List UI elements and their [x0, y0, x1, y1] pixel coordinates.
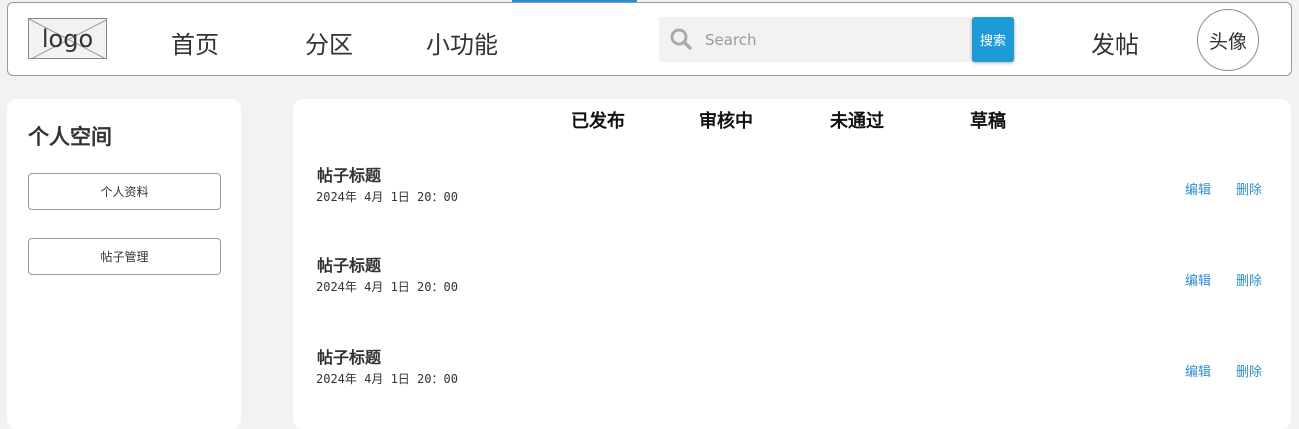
logo-text: logo	[41, 24, 94, 53]
search-button[interactable]: 搜索	[972, 17, 1014, 62]
search-icon	[670, 28, 692, 50]
post-date: 2024年 4月 1日 20：00	[316, 190, 458, 204]
sidebar-item-profile[interactable]: 个人资料	[28, 173, 221, 210]
new-post-button[interactable]: 发帖	[1091, 25, 1139, 60]
post-title[interactable]: 帖子标题	[317, 344, 381, 368]
post-title[interactable]: 帖子标题	[317, 162, 381, 186]
post-title[interactable]: 帖子标题	[317, 252, 381, 276]
edit-button[interactable]: 编辑	[1185, 179, 1211, 198]
avatar[interactable]: 头像	[1197, 9, 1259, 71]
nav-item-home[interactable]: 首页	[171, 25, 219, 60]
sidebar: 个人空间 个人资料 帖子管理	[7, 99, 241, 429]
search-input[interactable]	[705, 17, 967, 62]
edit-button[interactable]: 编辑	[1185, 361, 1211, 380]
tab-under-review[interactable]: 审核中	[699, 107, 753, 133]
tab-drafts[interactable]: 草稿	[970, 107, 1006, 133]
nav-item-sections[interactable]: 分区	[305, 25, 353, 60]
sidebar-title: 个人空间	[28, 125, 112, 149]
delete-button[interactable]: 删除	[1236, 270, 1262, 289]
post-date: 2024年 4月 1日 20：00	[316, 372, 458, 386]
sidebar-item-post-management[interactable]: 帖子管理	[28, 238, 221, 275]
delete-button[interactable]: 删除	[1236, 179, 1262, 198]
top-nav-bar: logo 首页 分区 小功能 搜索 发帖 头像	[7, 2, 1292, 76]
tab-rejected[interactable]: 未通过	[830, 107, 884, 133]
main-content: 已发布 审核中 未通过 草稿 帖子标题 2024年 4月 1日 20：00 编辑…	[293, 99, 1291, 429]
edit-button[interactable]: 编辑	[1185, 270, 1211, 289]
logo[interactable]: logo	[28, 18, 107, 59]
tab-published[interactable]: 已发布	[571, 107, 625, 133]
search-box	[659, 17, 1015, 62]
post-date: 2024年 4月 1日 20：00	[316, 280, 458, 294]
nav-item-tools[interactable]: 小功能	[426, 25, 498, 60]
delete-button[interactable]: 删除	[1236, 361, 1262, 380]
